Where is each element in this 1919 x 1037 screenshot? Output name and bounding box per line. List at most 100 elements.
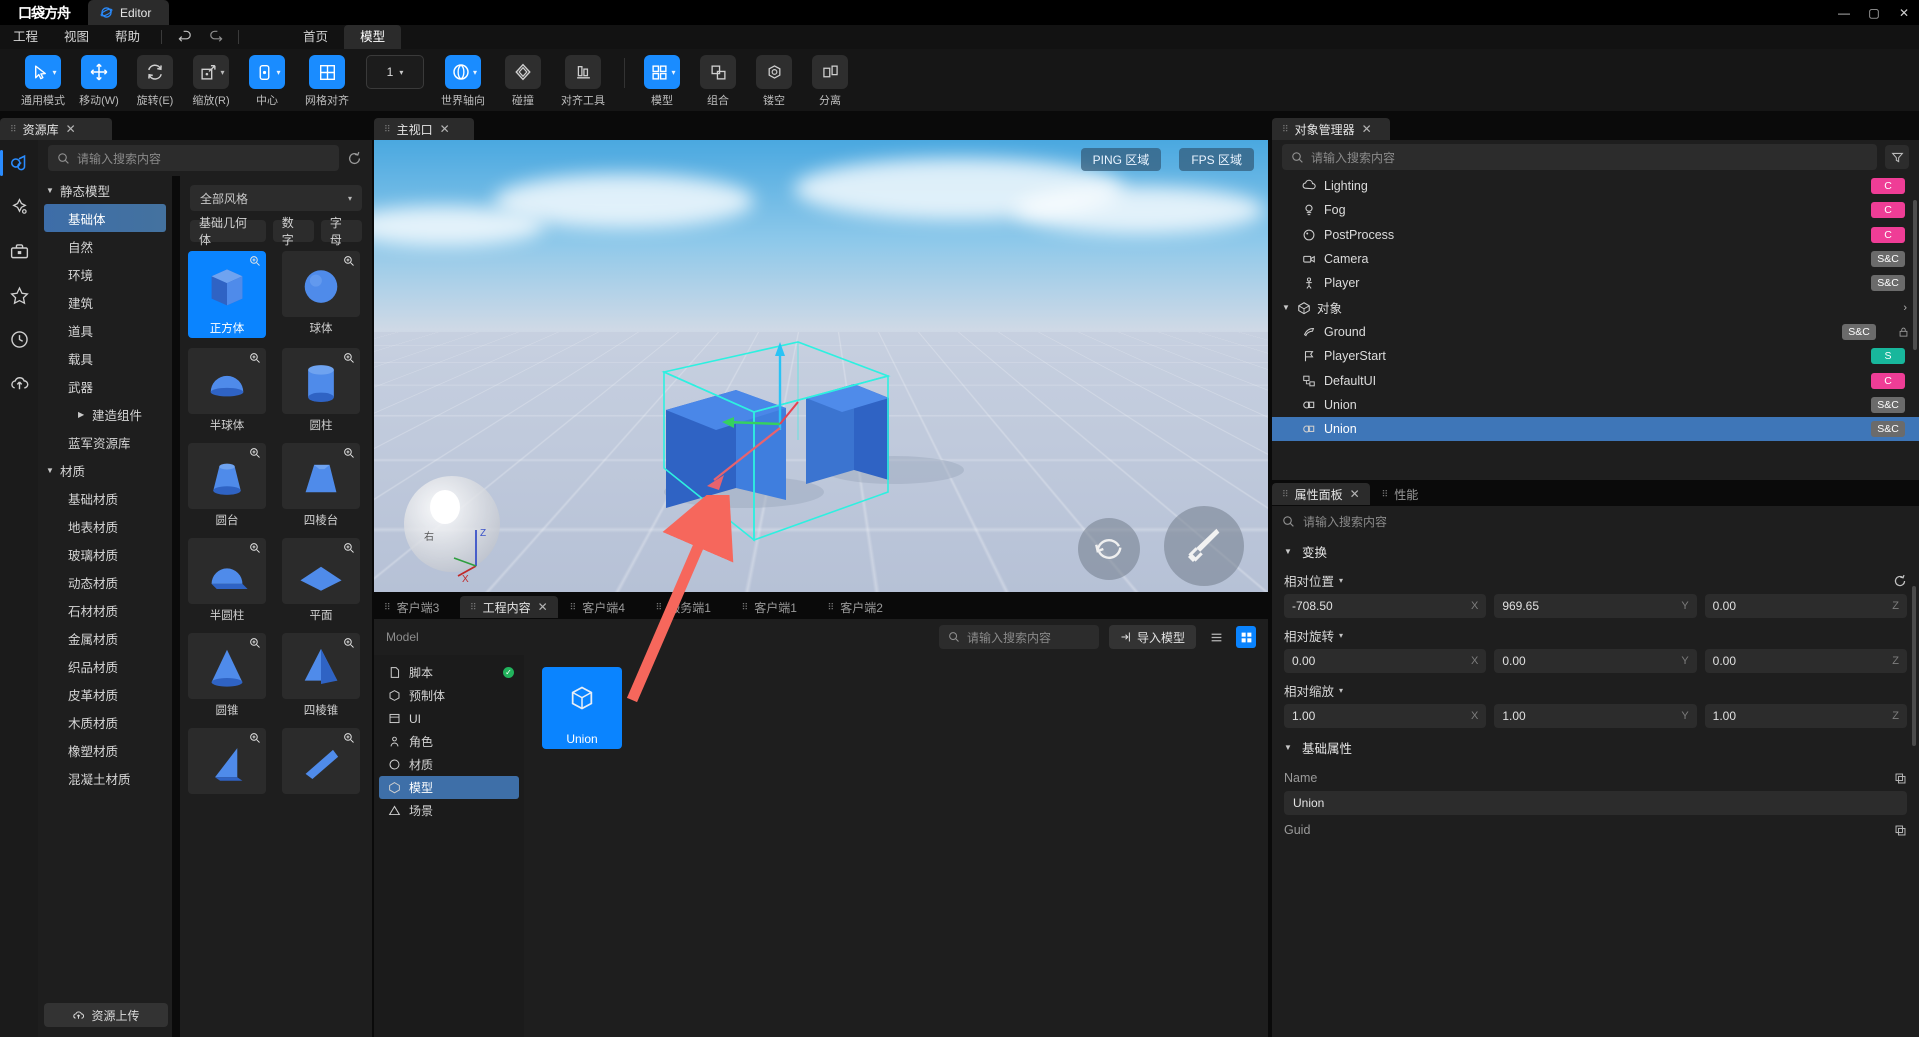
asset-item[interactable]: 圆锥 <box>188 633 266 718</box>
editor-tab[interactable]: Editor <box>88 0 170 25</box>
object-row[interactable]: PlayerStart S <box>1272 344 1919 368</box>
section-transform[interactable]: ▼ 变换 <box>1272 536 1919 567</box>
maximize-button[interactable]: ▢ <box>1859 0 1889 25</box>
move-icon[interactable] <box>81 55 117 89</box>
tool-grid-snap[interactable]: 网格对齐 <box>296 55 358 108</box>
resource-tree-item[interactable]: 基础体 <box>44 204 166 232</box>
bottom-tab[interactable]: ⠿ 客户端1 <box>732 596 816 618</box>
scale-icon[interactable]: ▾ <box>193 55 229 89</box>
recent-clock-icon[interactable] <box>4 324 34 354</box>
grid-view-icon[interactable] <box>1236 626 1256 648</box>
zoom-preview-icon[interactable] <box>343 732 355 744</box>
content-tree-item[interactable]: 脚本 ✓ <box>374 661 524 684</box>
zoom-preview-icon[interactable] <box>343 447 355 459</box>
object-row[interactable]: PostProcess C <box>1272 223 1919 247</box>
content-search-input[interactable]: 请输入搜索内容 <box>938 625 1099 649</box>
undo-icon[interactable] <box>170 25 200 49</box>
tool-split[interactable]: 分离 <box>803 55 857 108</box>
sword-icon[interactable] <box>1164 506 1244 586</box>
resource-library-icon[interactable] <box>4 148 34 178</box>
tab-model[interactable]: 模型 <box>344 25 402 49</box>
position-z-input[interactable]: 0.00 Z <box>1704 594 1907 618</box>
tool-align[interactable]: 对齐工具 <box>552 55 614 108</box>
drag-grip-icon[interactable]: ⠿ <box>10 125 17 134</box>
asset-item[interactable]: 半圆柱 <box>188 538 266 623</box>
close-icon[interactable]: ✕ <box>1362 122 1372 136</box>
content-tree-item[interactable]: 场景 <box>374 799 524 822</box>
bottom-tab[interactable]: ⠿ 客户端4 <box>560 596 644 618</box>
chevron-down-icon[interactable]: ▼ <box>1282 303 1291 312</box>
menu-project[interactable]: 工程 <box>0 25 51 49</box>
object-row[interactable]: Ground S&C <box>1272 320 1919 344</box>
category-chip[interactable]: 字母 <box>320 216 362 247</box>
style-filter-select[interactable]: 全部风格 ▾ <box>190 185 362 211</box>
toolbox-icon[interactable] <box>4 236 34 266</box>
tool-model[interactable]: ▾ 模型 <box>635 55 689 108</box>
rotate-icon[interactable] <box>137 55 173 89</box>
asset-item[interactable]: 四棱台 <box>282 443 360 528</box>
tool-scale[interactable]: ▾ 缩放(R) <box>184 55 238 108</box>
property-search-input[interactable]: 请输入搜索内容 <box>1272 506 1919 536</box>
tool-world-axis[interactable]: ▾ 世界轴向 <box>432 55 494 108</box>
zoom-preview-icon[interactable] <box>343 255 355 267</box>
close-icon[interactable]: ✕ <box>66 122 76 136</box>
rotation-y-input[interactable]: 0.00 Y <box>1494 649 1697 673</box>
model-icon[interactable]: ▾ <box>644 55 680 89</box>
resource-upload-button[interactable]: 资源上传 <box>44 1003 168 1027</box>
tool-general-mode[interactable]: ▾ 通用模式 <box>16 55 70 108</box>
asset-item[interactable]: 圆柱 <box>282 348 360 433</box>
asset-item[interactable]: 正方体 <box>188 251 266 338</box>
resource-tree-item[interactable]: 织品材质 <box>38 652 172 680</box>
grid-step-stepper[interactable]: 1 ▾ <box>360 55 430 89</box>
asset-item[interactable]: 球体 <box>282 251 360 338</box>
object-row[interactable]: DefaultUI C <box>1272 368 1919 392</box>
tab-object-manager[interactable]: ⠿ 对象管理器 ✕ <box>1272 118 1390 140</box>
import-model-button[interactable]: 导入模型 <box>1108 625 1196 649</box>
object-search-input[interactable]: 请输入搜索内容 <box>1282 144 1877 170</box>
section-base-properties[interactable]: ▼ 基础属性 <box>1272 732 1919 763</box>
zoom-preview-icon[interactable] <box>343 352 355 364</box>
resource-tree-item[interactable]: 载具 <box>38 344 172 372</box>
group-icon[interactable] <box>700 55 736 89</box>
category-chip[interactable]: 基础几何体 <box>190 216 266 247</box>
cursor-icon[interactable]: ▾ <box>25 55 61 89</box>
object-row[interactable]: Camera S&C <box>1272 247 1919 271</box>
reset-icon[interactable] <box>1893 574 1907 588</box>
grid-icon[interactable] <box>309 55 345 89</box>
resource-tree-item[interactable]: 玻璃材质 <box>38 540 172 568</box>
bottom-tab[interactable]: ⠿ 客户端3 <box>374 596 458 618</box>
resource-tree-item[interactable]: 基础材质 <box>38 484 172 512</box>
drag-grip-icon[interactable]: ⠿ <box>1382 490 1389 499</box>
close-icon[interactable]: ✕ <box>440 122 450 136</box>
zoom-preview-icon[interactable] <box>249 637 261 649</box>
resource-tree-item[interactable]: 混凝土材质 <box>38 764 172 792</box>
tab-home[interactable]: 首页 <box>287 25 344 49</box>
content-tree-item[interactable]: 预制体 <box>374 684 524 707</box>
tool-hollow[interactable]: 镂空 <box>747 55 801 108</box>
drag-grip-icon[interactable]: ⠿ <box>1282 125 1289 134</box>
bottom-tab[interactable]: ⠿ 工程内容 ✕ <box>460 596 558 618</box>
asset-item[interactable] <box>188 728 266 797</box>
object-row[interactable]: Union S&C <box>1272 393 1919 417</box>
drag-grip-icon[interactable]: ⠿ <box>570 603 577 612</box>
resource-tree-item[interactable]: 木质材质 <box>38 708 172 736</box>
redo-icon[interactable] <box>200 25 230 49</box>
asset-item[interactable] <box>282 728 360 797</box>
minimize-button[interactable]: — <box>1829 0 1859 25</box>
object-row[interactable]: Union S&C <box>1272 416 1919 442</box>
resource-tree-item[interactable]: 自然 <box>38 232 172 260</box>
globe-icon[interactable]: ▾ <box>445 55 481 89</box>
copy-icon[interactable] <box>1894 824 1907 837</box>
object-row[interactable]: Fog C <box>1272 198 1919 222</box>
resource-tree-item[interactable]: 金属材质 <box>38 624 172 652</box>
refresh-icon[interactable] <box>347 151 362 166</box>
tool-collision[interactable]: 碰撞 <box>496 55 550 108</box>
object-list-scrollbar[interactable] <box>1913 200 1917 350</box>
asset-item[interactable]: 半球体 <box>188 348 266 433</box>
drag-grip-icon[interactable]: ⠿ <box>828 603 835 612</box>
asset-card-union[interactable]: Union <box>542 667 622 749</box>
zoom-preview-icon[interactable] <box>249 255 261 267</box>
properties-tab[interactable]: ⠿ 性能 <box>1372 483 1452 505</box>
resource-tree-item[interactable]: ▼ 静态模型 <box>38 176 172 204</box>
resource-tree-item[interactable]: 环境 <box>38 260 172 288</box>
